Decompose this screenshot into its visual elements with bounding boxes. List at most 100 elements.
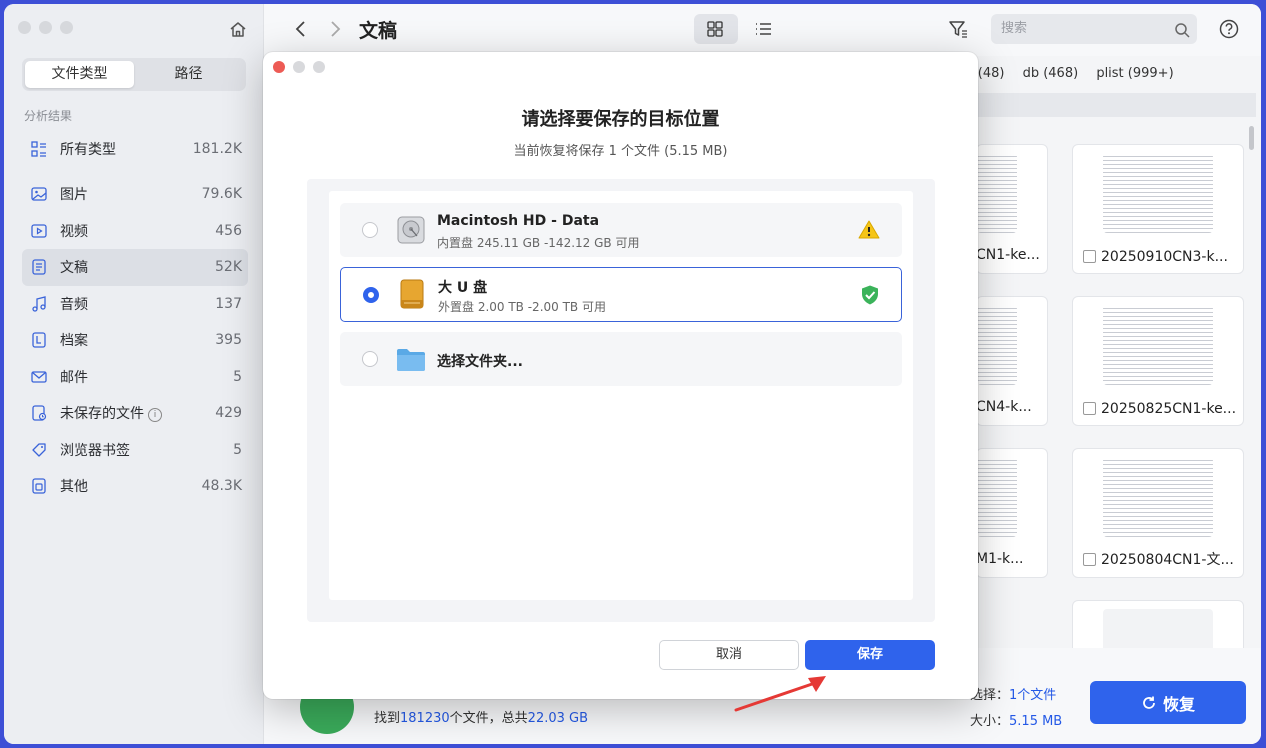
destination-option-macintosh-hd[interactable]: Macintosh HD - Data 内置盘 245.11 GB -142.1… <box>340 203 902 257</box>
destination-radio-selected[interactable] <box>363 287 379 303</box>
sidebar-item-count: 48.3K <box>201 478 242 495</box>
annotation-arrow-icon <box>734 676 826 712</box>
home-icon[interactable] <box>228 20 248 40</box>
sidebar-item-label: 邮件 <box>60 369 88 386</box>
sidebar-item-other[interactable]: 其他 48.3K <box>22 468 248 505</box>
list-view-icon[interactable] <box>752 18 774 40</box>
search-icon[interactable] <box>1174 22 1190 38</box>
dialog-window-controls <box>273 61 325 73</box>
sidebar-item-count: 5 <box>233 441 242 458</box>
destination-option-choose-folder[interactable]: 选择文件夹... <box>340 332 902 386</box>
selected-size: 大小：5.15 MB <box>970 710 1062 729</box>
sidebar-item-label: 未保存的文件 i <box>60 403 215 423</box>
back-icon[interactable] <box>290 18 312 40</box>
sidebar-item-label: 档案 <box>60 333 88 350</box>
recover-button[interactable]: 恢复 <box>1090 681 1246 724</box>
filter-chip[interactable]: db (468) <box>1023 66 1079 81</box>
sidebar-item-label: 音频 <box>60 296 88 313</box>
cancel-button[interactable]: 取消 <box>659 640 799 670</box>
scrollbar[interactable] <box>1249 126 1254 150</box>
save-button[interactable]: 保存 <box>805 640 935 670</box>
file-card[interactable]: 20250804CN1-文... <box>1072 448 1244 578</box>
file-name-row: 20250910CN3-k... <box>1083 249 1228 265</box>
grid-view-button[interactable] <box>694 14 738 44</box>
file-checkbox[interactable] <box>1083 402 1096 415</box>
dialog-subtitle: 当前恢复将保存 1 个文件 (5.15 MB) <box>513 144 728 159</box>
sidebar-item-mail[interactable]: 邮件 5 <box>22 359 248 396</box>
sidebar-item-document[interactable]: 文稿 52K <box>22 249 248 286</box>
file-card[interactable]: 20250910CN3-k... <box>1072 144 1244 274</box>
file-thumbnail <box>977 153 1017 233</box>
document-icon <box>32 259 46 275</box>
grid-icon <box>707 21 723 37</box>
sidebar-item-video[interactable]: 视频 456 <box>22 213 248 250</box>
sidebar-item-count: 79.6K <box>201 186 242 203</box>
file-checkbox[interactable] <box>1083 250 1096 263</box>
sidebar-item-all-types[interactable]: 所有类型 181.2K <box>22 131 248 168</box>
file-thumbnail <box>1103 305 1213 385</box>
recover-label: 恢复 <box>1162 694 1195 714</box>
sidebar: 文件类型 路径 分析结果 所有类型 181.2K 图片 79.6K 视频 456 <box>4 4 264 744</box>
sidebar-item-audio[interactable]: 音频 137 <box>22 286 248 323</box>
found-count: 181230 <box>400 711 450 726</box>
sidebar-item-count: 137 <box>215 295 242 312</box>
sidebar-item-unsaved[interactable]: 未保存的文件 i 429 <box>22 395 248 432</box>
sidebar-item-label: 所有类型 <box>60 142 116 159</box>
zoom-window-button[interactable] <box>60 21 73 34</box>
destination-list: Macintosh HD - Data 内置盘 245.11 GB -142.1… <box>329 191 913 600</box>
filter-chip[interactable]: plist (999+) <box>1096 66 1173 81</box>
zoom-dialog-button <box>313 61 325 73</box>
help-icon[interactable] <box>1218 18 1240 40</box>
destination-name: 大 U 盘 <box>438 280 488 296</box>
shield-check-icon <box>862 285 878 305</box>
info-icon[interactable]: i <box>148 408 162 423</box>
sidebar-item-archive[interactable]: 档案 395 <box>22 322 248 359</box>
internal-disk-icon <box>397 216 425 244</box>
unsaved-file-icon <box>32 405 47 421</box>
mail-icon <box>31 371 47 383</box>
close-window-button[interactable] <box>18 21 31 34</box>
save-location-dialog: 请选择要保存的目标位置 当前恢复将保存 1 个文件 (5.15 MB) Maci… <box>263 52 978 699</box>
file-thumbnail <box>1103 457 1213 537</box>
sidebar-item-bookmark[interactable]: 浏览器书签 5 <box>22 432 248 469</box>
tab-file-type[interactable]: 文件类型 <box>25 61 134 88</box>
archive-icon <box>32 332 46 348</box>
filter-icon[interactable] <box>947 18 969 40</box>
file-name-row: 20250825CN1-ke... <box>1083 401 1236 417</box>
found-prefix: 找到 <box>374 711 401 726</box>
found-mid: 个文件，总共 <box>449 711 528 726</box>
window-controls <box>18 21 73 34</box>
destination-radio[interactable] <box>362 351 378 367</box>
sidebar-nav-all: 所有类型 181.2K <box>22 131 248 168</box>
file-checkbox[interactable] <box>1083 553 1096 566</box>
destination-capacity: 内置盘 245.11 GB -142.12 GB 可用 <box>437 236 640 250</box>
sidebar-item-count: 52K <box>215 259 242 276</box>
file-extension-filters: l (48) db (468) plist (999+) <box>970 66 1188 81</box>
file-thumbnail <box>977 457 1017 537</box>
sidebar-item-image[interactable]: 图片 79.6K <box>22 176 248 213</box>
warning-icon <box>858 220 880 239</box>
all-types-icon <box>31 141 46 157</box>
forward-icon[interactable] <box>324 18 346 40</box>
section-label: 分析结果 <box>24 109 73 123</box>
sidebar-item-label: 文稿 <box>60 260 88 277</box>
dialog-title: 请选择要保存的目标位置 <box>521 109 720 130</box>
sidebar-item-count: 5 <box>233 368 242 385</box>
minimize-window-button[interactable] <box>39 21 52 34</box>
destination-option-usb-drive[interactable]: 大 U 盘 外置盘 2.00 TB -2.00 TB 可用 <box>340 267 902 322</box>
minimize-dialog-button <box>293 61 305 73</box>
file-card[interactable]: 20250825CN1-ke... <box>1072 296 1244 426</box>
video-icon <box>31 224 47 238</box>
file-name: M1-k... <box>976 551 1024 567</box>
file-thumbnail <box>1103 153 1213 233</box>
search-input[interactable]: 搜索 <box>991 14 1197 44</box>
other-icon <box>32 478 46 494</box>
sidebar-item-label: 其他 <box>60 479 88 496</box>
tab-path[interactable]: 路径 <box>134 61 243 88</box>
sidebar-item-count: 181.2K <box>192 141 242 158</box>
filter-bar <box>976 93 1256 117</box>
close-dialog-button[interactable] <box>273 61 285 73</box>
destination-radio[interactable] <box>362 222 378 238</box>
refresh-icon <box>1143 696 1155 709</box>
sidebar-item-count: 456 <box>215 222 242 239</box>
